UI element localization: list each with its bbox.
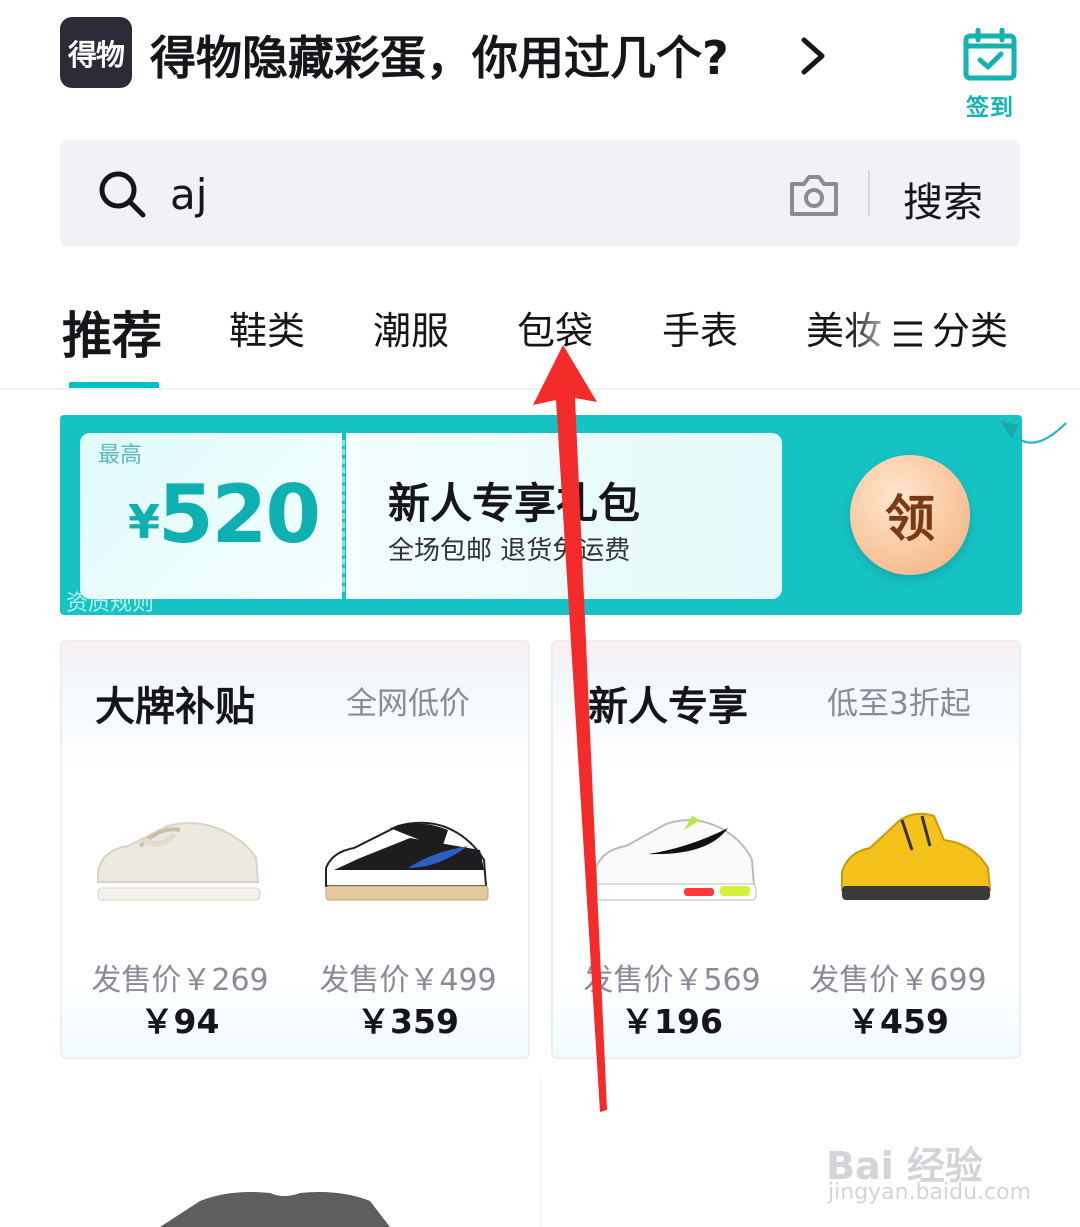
checkin-button[interactable]: 签到 (958, 27, 1022, 121)
sneaker-image[interactable] (588, 810, 763, 910)
category-label: 分类 (932, 309, 1009, 353)
search-icon (99, 171, 146, 218)
checkin-label: 签到 (966, 95, 1014, 121)
tshirt-image[interactable] (160, 1190, 390, 1227)
card-subtitle: 低至3折起 (827, 686, 971, 722)
search-input[interactable]: aj (170, 170, 207, 219)
tab-bags[interactable]: 包袋 (517, 300, 593, 355)
sale-price: ￥359 (357, 1002, 459, 1041)
coupon-perforation (342, 440, 345, 592)
tab-shoes[interactable]: 鞋类 (229, 300, 305, 355)
claim-button[interactable]: 领 (850, 455, 970, 575)
original-price: 发售价￥569 (583, 963, 761, 998)
coupon-amount: ¥520 (128, 468, 321, 576)
sneaker-image[interactable] (320, 810, 495, 910)
sale-price: ￥459 (847, 1002, 949, 1041)
original-price: 发售价￥499 (319, 963, 497, 998)
camera-icon[interactable] (788, 172, 840, 218)
menu-icon (894, 321, 922, 346)
feed-divider (540, 1075, 541, 1227)
tab-streetwear[interactable]: 潮服 (373, 300, 449, 355)
calendar-check-icon (963, 27, 1017, 81)
search-divider (868, 170, 870, 216)
coupon-title: 新人专享礼包 (388, 479, 641, 528)
tab-watches[interactable]: 手表 (662, 300, 738, 355)
watermark-url: jingyan.baidu.com (828, 1180, 1032, 1205)
tab-divider (0, 388, 1080, 390)
search-button[interactable]: 搜索 (903, 170, 983, 228)
coupon-subtitle: 全场包邮 退货免运费 (388, 536, 631, 566)
card-title: 新人专享 (588, 684, 748, 730)
sneaker-image[interactable] (92, 810, 267, 910)
tab-recommend[interactable]: 推荐 (62, 296, 162, 368)
category-button[interactable]: 分类 (892, 300, 1008, 355)
coupon-value: 520 (158, 468, 321, 561)
rules-link[interactable]: 资质规则 (66, 585, 154, 617)
tag-icon (1000, 421, 1067, 444)
chevron-right-icon[interactable] (796, 36, 830, 76)
sale-price: ￥196 (621, 1002, 723, 1041)
headline-link[interactable]: 得物隐藏彩蛋，你用过几个? (150, 22, 729, 88)
app-logo: 得物 (60, 17, 132, 88)
original-price: 发售价￥699 (809, 963, 987, 998)
card-title: 大牌补贴 (95, 684, 255, 730)
coupon-max-label: 最高 (98, 443, 143, 468)
sale-price: ￥94 (140, 1002, 220, 1041)
original-price: 发售价￥269 (91, 963, 269, 998)
sneaker-image[interactable] (832, 810, 1007, 910)
currency-symbol: ¥ (128, 495, 160, 549)
card-subtitle: 全网低价 (346, 686, 470, 722)
